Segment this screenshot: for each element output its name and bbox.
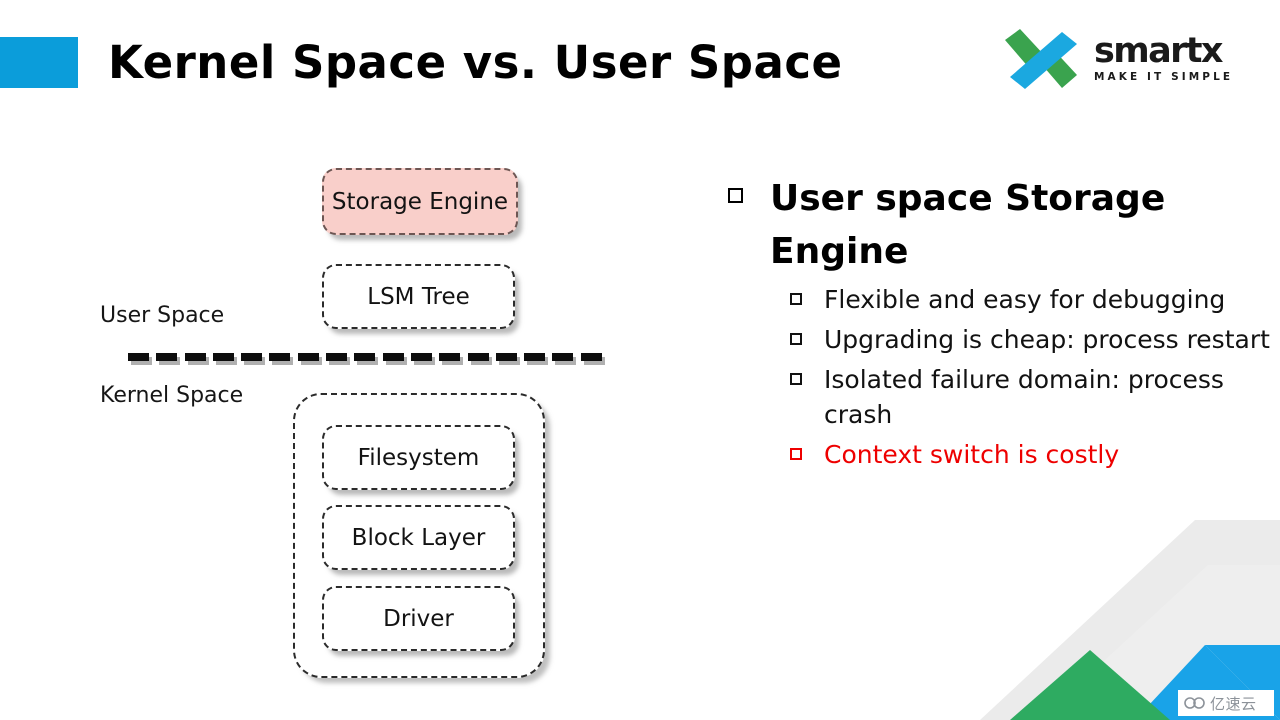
bullet-item-text: Isolated failure domain: process crash (824, 365, 1224, 429)
divider-dash (552, 353, 574, 361)
divider-dash (297, 353, 319, 361)
divider-dash (241, 353, 263, 361)
user-kernel-divider (128, 353, 609, 362)
logo-tagline-text: MAKE IT SIMPLE (1094, 71, 1234, 83)
bullet-list: User space Storage Engine Flexible and e… (718, 172, 1278, 477)
bullet-item-text: Flexible and easy for debugging (824, 285, 1226, 314)
diagram-box-block-layer: Block Layer (322, 505, 515, 570)
divider-dash (467, 353, 489, 361)
diagram-box-driver: Driver (322, 586, 515, 651)
slide-canvas: Kernel Space vs. User Space smartx MAKE … (0, 0, 1280, 720)
divider-dash (495, 353, 517, 361)
watermark-text: 亿速云 (1210, 694, 1257, 713)
diagram-box-lsm-tree: LSM Tree (322, 264, 515, 329)
divider-dash (382, 353, 404, 361)
watermark-badge: 亿速云 (1178, 690, 1274, 716)
square-bullet-icon (790, 373, 802, 385)
bullet-main: User space Storage Engine (718, 172, 1278, 278)
diagram-box-storage-engine: Storage Engine (322, 168, 518, 235)
divider-dash (212, 353, 234, 361)
bullet-item-highlighted: Context switch is costly (790, 437, 1278, 472)
divider-dash (269, 353, 291, 361)
cloud-icon (1184, 697, 1205, 709)
user-space-label: User Space (100, 303, 225, 328)
bullet-item: Upgrading is cheap: process restart (790, 322, 1278, 357)
square-bullet-icon (790, 293, 802, 305)
square-bullet-icon (790, 448, 802, 460)
smartx-logo-mark-icon (998, 28, 1084, 94)
bullet-sub-list: Flexible and easy for debugging Upgradin… (718, 282, 1278, 472)
bullet-item: Isolated failure domain: process crash (790, 362, 1278, 432)
divider-dash (354, 353, 376, 361)
bullet-item-text: Upgrading is cheap: process restart (824, 325, 1270, 354)
smartx-logo: smartx MAKE IT SIMPLE (998, 28, 1238, 96)
architecture-diagram: User Space Kernel Space Storage Engine L… (0, 0, 660, 720)
divider-dash (326, 353, 348, 361)
divider-dash (439, 353, 461, 361)
divider-dash (128, 353, 149, 361)
kernel-space-label: Kernel Space (100, 383, 244, 408)
bullet-item-text: Context switch is costly (824, 440, 1120, 469)
divider-dash (156, 353, 178, 361)
divider-dash (184, 353, 206, 361)
smartx-logo-wordmark: smartx MAKE IT SIMPLE (1094, 32, 1244, 94)
divider-dash (524, 353, 546, 361)
square-bullet-icon (790, 333, 802, 345)
bullet-main-text: User space Storage Engine (770, 178, 1166, 272)
bullet-item: Flexible and easy for debugging (790, 282, 1278, 317)
logo-name-text: smartx (1094, 31, 1223, 71)
divider-dash (580, 353, 602, 361)
square-bullet-icon (728, 188, 743, 203)
diagram-box-filesystem: Filesystem (322, 425, 515, 490)
divider-dash (410, 353, 432, 361)
